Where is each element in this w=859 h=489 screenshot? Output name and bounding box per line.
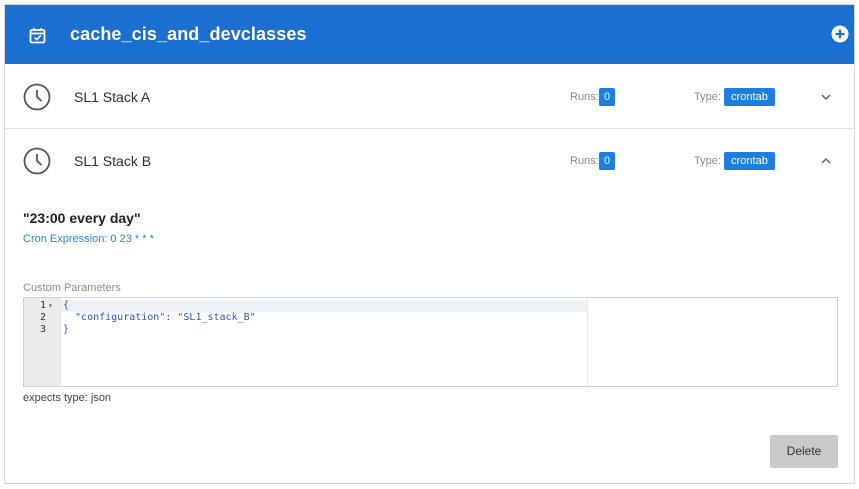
runs-label: Runs: (570, 91, 599, 103)
editor-line: 1 ▾ { (24, 300, 584, 312)
print-margin (587, 298, 588, 386)
json-editor[interactable]: 1 ▾ { 2 "configuration": "SL1_stack_B" 3… (23, 297, 838, 387)
calendar-check-icon (29, 28, 46, 44)
type-label: Type: (694, 91, 721, 103)
clock-icon (23, 83, 51, 111)
schedule-card: cache_cis_and_devclasses SL1 Stack A Run… (4, 4, 855, 484)
type-badge: crontab (724, 88, 775, 106)
line-number: 3 (39, 324, 46, 335)
code-text: } (63, 324, 70, 335)
scrollbar[interactable] (854, 65, 855, 484)
card-header: cache_cis_and_devclasses (5, 5, 854, 64)
schedule-row-stack-a[interactable]: SL1 Stack A Runs: 0 Type: crontab (5, 65, 854, 129)
chevron-up-icon[interactable] (820, 156, 832, 166)
type-badge: crontab (724, 152, 775, 170)
editor-line: 2 "configuration": "SL1_stack_B" (24, 312, 584, 324)
schedule-row-stack-b[interactable]: SL1 Stack B Runs: 0 Type: crontab (5, 129, 854, 193)
line-number: 2 (39, 312, 46, 323)
type-label: Type: (694, 155, 721, 167)
runs-count-badge: 0 (599, 152, 615, 170)
runs-count-badge: 0 (599, 88, 615, 106)
editor-line: 3 } (24, 324, 584, 336)
line-number: 1 (39, 300, 46, 311)
custom-parameters-label: Custom Parameters (23, 282, 121, 294)
runs-label: Runs: (570, 155, 599, 167)
card-title: cache_cis_and_devclasses (70, 24, 307, 44)
clock-icon (23, 147, 51, 175)
schedule-description: "23:00 every day" (23, 210, 141, 226)
delete-button[interactable]: Delete (770, 435, 838, 468)
cron-expression: Cron Expression: 0 23 * * * (23, 233, 154, 245)
schedule-name: SL1 Stack B (74, 153, 152, 169)
schedule-name: SL1 Stack A (74, 89, 151, 105)
code-text: { (63, 300, 70, 311)
chevron-down-icon[interactable] (820, 92, 832, 102)
expects-type-hint: expects type: json (23, 392, 112, 404)
code-text: "configuration": "SL1_stack_B" (63, 312, 256, 323)
plus-circle-icon[interactable] (831, 25, 849, 43)
fold-toggle-icon[interactable]: ▾ (48, 300, 53, 312)
